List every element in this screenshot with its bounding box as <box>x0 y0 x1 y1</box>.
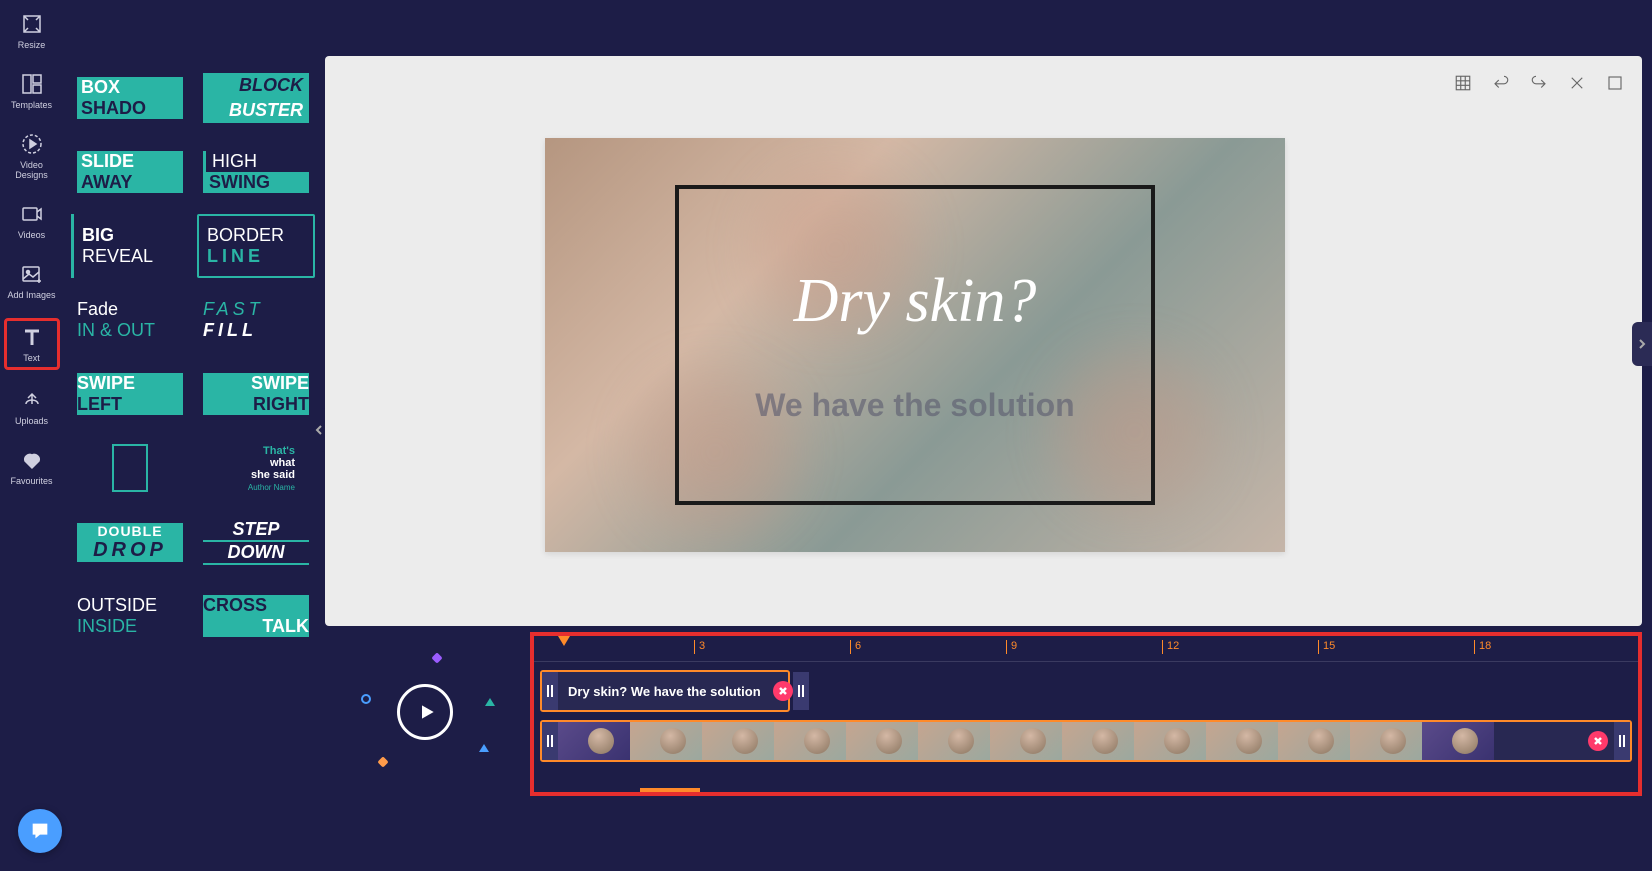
chevron-right-icon <box>1637 339 1647 349</box>
decoration-dot <box>485 698 495 706</box>
ruler-tick: 6 <box>850 640 861 654</box>
video-thumb <box>990 722 1062 760</box>
sidebar-item-video-designs[interactable]: Video Designs <box>4 128 60 184</box>
sidebar-label: Favourites <box>10 476 52 486</box>
text-style-swipe-right[interactable]: SWIPERIGHT <box>197 362 315 426</box>
track-label: Dry skin? We have the solution <box>568 684 761 699</box>
track-delete-button[interactable] <box>1588 731 1608 751</box>
text-style-step-down[interactable]: STEPDOWN <box>197 510 315 574</box>
video-thumb <box>1134 722 1206 760</box>
timeline-progress <box>640 788 700 792</box>
sidebar-label: Add Images <box>7 290 55 300</box>
text-style-border-line[interactable]: BORDERLINE <box>197 214 315 278</box>
undo-icon[interactable] <box>1492 74 1510 92</box>
decoration-dot <box>479 744 489 752</box>
play-controls <box>325 636 525 796</box>
chat-button[interactable] <box>18 809 62 853</box>
add-images-icon <box>20 262 44 286</box>
canvas-title-text[interactable]: Dry skin? <box>794 266 1037 337</box>
ruler-tick: 18 <box>1474 640 1491 654</box>
text-frame[interactable]: Dry skin? We have the solution <box>675 185 1155 505</box>
chat-icon <box>29 820 51 842</box>
grid-icon[interactable] <box>1454 74 1472 92</box>
ruler-tick: 12 <box>1162 640 1179 654</box>
text-style-cross-talk[interactable]: CROSSTALK <box>197 584 315 648</box>
playhead-icon[interactable] <box>558 636 570 646</box>
expand-right-handle[interactable] <box>1632 322 1652 366</box>
video-thumb <box>558 722 630 760</box>
track-handle-left[interactable] <box>542 722 558 760</box>
canvas-subtitle-text[interactable]: We have the solution <box>755 387 1074 424</box>
timeline: 3 6 9 12 15 18 Dry skin? We have the sol… <box>530 632 1642 796</box>
sidebar-label: Video Designs <box>6 160 58 180</box>
decoration-dot <box>361 694 371 704</box>
sidebar-label: Videos <box>18 230 45 240</box>
text-style-quote[interactable]: That'swhatshe saidAuthor Name <box>197 436 315 500</box>
timeline-ruler[interactable]: 3 6 9 12 15 18 <box>534 636 1638 662</box>
videos-icon <box>20 202 44 226</box>
resize-icon <box>20 12 44 36</box>
track-handle-right[interactable] <box>793 672 809 710</box>
canvas-area: Dry skin? We have the solution <box>325 56 1642 626</box>
sidebar-item-favourites[interactable]: Favourites <box>4 444 60 490</box>
sidebar-label: Uploads <box>15 416 48 426</box>
templates-icon <box>20 72 44 96</box>
video-thumbnails <box>558 722 1588 760</box>
text-style-block-buster[interactable]: BLOCKBUSTER <box>197 66 315 130</box>
redo-icon[interactable] <box>1530 74 1548 92</box>
sidebar-label: Resize <box>18 40 46 50</box>
text-styles-panel: BOXSHADO BLOCKBUSTER SLIDEAWAY HIGHSWING… <box>63 56 323 661</box>
sidebar-item-videos[interactable]: Videos <box>4 198 60 244</box>
video-preview[interactable]: Dry skin? We have the solution <box>545 138 1285 552</box>
track-delete-button[interactable] <box>773 681 793 701</box>
video-thumb <box>1062 722 1134 760</box>
text-track[interactable]: Dry skin? We have the solution <box>540 670 790 712</box>
video-designs-icon <box>20 132 44 156</box>
play-button[interactable] <box>397 684 453 740</box>
sidebar-item-uploads[interactable]: Uploads <box>4 384 60 430</box>
video-thumb <box>702 722 774 760</box>
text-icon <box>20 325 44 349</box>
left-sidebar: Resize Templates Video Designs Videos Ad… <box>0 0 63 871</box>
close-icon[interactable] <box>1568 74 1586 92</box>
text-style-slide-away[interactable]: SLIDEAWAY <box>71 140 189 204</box>
decoration-dot <box>377 756 388 767</box>
text-style-big-reveal[interactable]: BIGREVEAL <box>71 214 189 278</box>
text-style-box-shadow[interactable]: BOXSHADO <box>71 66 189 130</box>
track-handle-right[interactable] <box>1614 722 1630 760</box>
ruler-tick: 15 <box>1318 640 1335 654</box>
fullscreen-icon[interactable] <box>1606 74 1624 92</box>
video-thumb <box>630 722 702 760</box>
text-style-fast-fill[interactable]: FASTFILL <box>197 288 315 352</box>
ruler-tick: 3 <box>694 640 705 654</box>
play-icon <box>417 702 437 722</box>
text-style-frame[interactable] <box>71 436 189 500</box>
canvas-toolbar <box>1454 74 1624 92</box>
text-style-high-swing[interactable]: HIGHSWING <box>197 140 315 204</box>
sidebar-item-add-images[interactable]: Add Images <box>4 258 60 304</box>
chevron-left-icon <box>314 425 324 435</box>
sidebar-item-templates[interactable]: Templates <box>4 68 60 114</box>
sidebar-label: Text <box>23 353 40 363</box>
favourites-icon <box>20 448 44 472</box>
text-style-outside-inside[interactable]: OUTSIDEINSIDE <box>71 584 189 648</box>
sidebar-label: Templates <box>11 100 52 110</box>
video-thumb <box>774 722 846 760</box>
video-thumb <box>918 722 990 760</box>
text-style-double-drop[interactable]: DOUBLEDROP <box>71 510 189 574</box>
video-thumb <box>1350 722 1422 760</box>
ruler-tick: 9 <box>1006 640 1017 654</box>
video-thumb <box>1206 722 1278 760</box>
decoration-dot <box>431 652 442 663</box>
text-style-swipe-left[interactable]: SWIPELEFT <box>71 362 189 426</box>
video-thumb <box>1278 722 1350 760</box>
uploads-icon <box>20 388 44 412</box>
video-track[interactable] <box>540 720 1632 762</box>
track-handle-left[interactable] <box>542 672 558 710</box>
sidebar-item-resize[interactable]: Resize <box>4 8 60 54</box>
sidebar-item-text[interactable]: Text <box>4 318 60 370</box>
video-thumb <box>846 722 918 760</box>
text-style-fade-in-out[interactable]: FadeIN & OUT <box>71 288 189 352</box>
video-thumb <box>1422 722 1494 760</box>
